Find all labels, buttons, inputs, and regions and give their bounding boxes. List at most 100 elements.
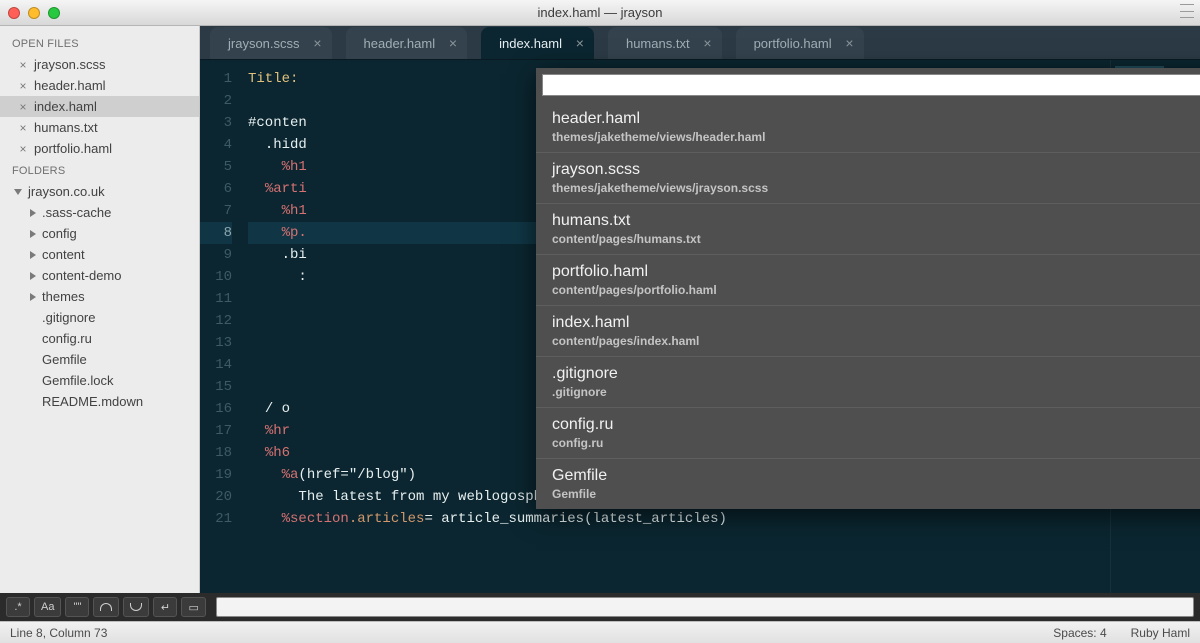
folder-item[interactable]: .sass-cache: [0, 202, 199, 223]
open-file-item[interactable]: × index.haml: [0, 96, 199, 117]
line-number: 7: [200, 200, 232, 222]
window-maximize-corner-icon[interactable]: [1180, 4, 1194, 18]
goto-item-path: content/pages/humans.txt: [552, 232, 1200, 246]
goto-item[interactable]: jrayson.scss themes/jaketheme/views/jrays…: [536, 152, 1200, 203]
open-files-heading: OPEN FILES: [0, 32, 199, 54]
close-icon[interactable]: ×: [449, 35, 457, 51]
in-selection-button[interactable]: ↵: [153, 597, 177, 617]
tab-label: portfolio.haml: [754, 36, 832, 51]
line-number: 14: [200, 354, 232, 376]
tab[interactable]: jrayson.scss ×: [210, 27, 332, 59]
goto-item-path: themes/jaketheme/views/jrayson.scss: [552, 181, 1200, 195]
file-item[interactable]: README.mdown: [0, 391, 199, 412]
close-icon[interactable]: ×: [18, 142, 28, 156]
goto-item[interactable]: header.haml themes/jaketheme/views/header…: [536, 102, 1200, 152]
file-label: config.ru: [42, 331, 92, 346]
file-label: Gemfile: [42, 352, 87, 367]
goto-anything-overlay: header.haml themes/jaketheme/views/header…: [536, 68, 1200, 509]
folder-label: content-demo: [42, 268, 122, 283]
line-number: 4: [200, 134, 232, 156]
close-icon[interactable]: ×: [703, 35, 711, 51]
goto-item-name: .gitignore: [552, 365, 1200, 383]
file-item[interactable]: config.ru: [0, 328, 199, 349]
find-input[interactable]: [216, 597, 1194, 617]
tab[interactable]: index.haml×: [481, 27, 594, 59]
close-icon[interactable]: ×: [576, 35, 584, 51]
chevron-right-icon: [30, 272, 36, 280]
case-sensitive-button[interactable]: Aa: [34, 597, 61, 617]
file-item[interactable]: .gitignore: [0, 307, 199, 328]
folder-item[interactable]: themes: [0, 286, 199, 307]
close-icon[interactable]: ×: [18, 121, 28, 135]
open-file-item[interactable]: ×humans.txt: [0, 117, 199, 138]
prev-match-button[interactable]: [93, 597, 119, 617]
open-file-item[interactable]: ×header.haml: [0, 75, 199, 96]
code-line[interactable]: %section.articles= article_summaries(lat…: [248, 508, 1110, 530]
file-item[interactable]: Gemfile: [0, 349, 199, 370]
goto-item-path: content/pages/portfolio.haml: [552, 283, 1200, 297]
line-number: 21: [200, 508, 232, 530]
status-spaces[interactable]: Spaces: 4: [1053, 626, 1106, 640]
close-icon[interactable]: ×: [313, 35, 321, 51]
tab-bar: jrayson.scss×header.haml×index.haml×huma…: [200, 26, 1200, 60]
goto-item[interactable]: portfolio.hamlcontent/pages/portfolio.ha…: [536, 254, 1200, 305]
folder-label: themes: [42, 289, 85, 304]
goto-item[interactable]: .gitignore.gitignore: [536, 356, 1200, 407]
folder-item[interactable]: config: [0, 223, 199, 244]
tab[interactable]: humans.txt ×: [608, 27, 722, 59]
tab-label: header.haml: [364, 36, 436, 51]
goto-item-path: themes/jaketheme/views/header.haml: [552, 130, 1200, 144]
line-number: 17: [200, 420, 232, 442]
line-number: 18: [200, 442, 232, 464]
chevron-right-icon: [30, 293, 36, 301]
close-icon[interactable]: ×: [18, 58, 28, 72]
sidebar: OPEN FILES ×jrayson.scss×header.haml×ind…: [0, 26, 200, 593]
whole-word-button[interactable]: "": [65, 597, 89, 617]
tab-label: humans.txt: [626, 36, 690, 51]
tab[interactable]: portfolio.haml ×: [736, 27, 864, 59]
line-number: 3: [200, 112, 232, 134]
file-label: Gemfile.lock: [42, 373, 114, 388]
line-number: 2: [200, 90, 232, 112]
close-icon[interactable]: ×: [18, 79, 28, 93]
line-number: 1: [200, 68, 232, 90]
highlight-button[interactable]: ▭: [181, 597, 205, 617]
goto-item[interactable]: GemfileGemfile: [536, 458, 1200, 509]
window-minimize-icon[interactable]: [28, 7, 40, 19]
line-number: 6: [200, 178, 232, 200]
goto-item-name: jrayson.scss: [552, 161, 1200, 179]
goto-input[interactable]: [542, 74, 1200, 96]
gutter: 123456789101112131415161718192021: [200, 60, 240, 593]
goto-item-path: config.ru: [552, 436, 1200, 450]
close-icon[interactable]: ×: [845, 35, 853, 51]
chevron-right-icon: [30, 251, 36, 259]
file-item[interactable]: Gemfile.lock: [0, 370, 199, 391]
goto-item[interactable]: config.ruconfig.ru: [536, 407, 1200, 458]
tab-label: jrayson.scss: [228, 36, 300, 51]
goto-item[interactable]: humans.txtcontent/pages/humans.txt: [536, 203, 1200, 254]
window-close-icon[interactable]: [8, 7, 20, 19]
editor: jrayson.scss×header.haml×index.haml×huma…: [200, 26, 1200, 593]
goto-item-name: Gemfile: [552, 467, 1200, 485]
goto-item[interactable]: index.hamlcontent/pages/index.haml: [536, 305, 1200, 356]
chevron-down-icon: [14, 189, 22, 195]
line-number: 11: [200, 288, 232, 310]
folder-item[interactable]: content: [0, 244, 199, 265]
open-file-label: jrayson.scss: [34, 57, 106, 72]
folder-item[interactable]: content-demo: [0, 265, 199, 286]
goto-item-name: header.haml: [552, 110, 1200, 128]
status-syntax[interactable]: Ruby Haml: [1131, 626, 1190, 640]
next-match-button[interactable]: [123, 597, 149, 617]
open-file-item[interactable]: × jrayson.scss: [0, 54, 199, 75]
line-number: 10: [200, 266, 232, 288]
open-file-label: index.haml: [34, 99, 97, 114]
tab[interactable]: header.haml ×: [346, 27, 468, 59]
folder-label: content: [42, 247, 85, 262]
open-file-item[interactable]: ×portfolio.haml: [0, 138, 199, 159]
close-icon[interactable]: ×: [18, 100, 28, 114]
window-zoom-icon[interactable]: [48, 7, 60, 19]
titlebar: index.haml — jrayson: [0, 0, 1200, 26]
project-root[interactable]: jrayson.co.uk: [0, 181, 199, 202]
project-root-label: jrayson.co.uk: [28, 184, 105, 199]
regex-button[interactable]: .*: [6, 597, 30, 617]
